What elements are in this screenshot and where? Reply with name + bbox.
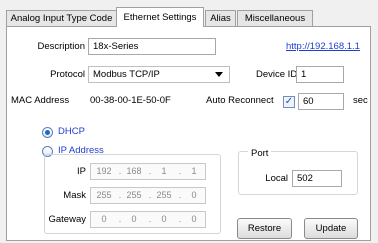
tab-label: Alias (210, 13, 231, 24)
gateway-label: Gateway (48, 214, 87, 225)
mask-octet-2: 255 (126, 190, 142, 200)
device-id-field[interactable]: 1 (296, 66, 344, 83)
mac-address-label: MAC Address (11, 95, 70, 106)
ip-octet-3: 1 (161, 166, 167, 176)
mask-field: 255 . 255 . 255 . 0 (90, 187, 206, 204)
local-port-label: Local (265, 173, 288, 184)
dhcp-radio[interactable] (42, 127, 53, 138)
mask-octet-3: 255 (156, 190, 172, 200)
gateway-octet-2: 0 (131, 214, 137, 224)
tab-alias[interactable]: Alias (205, 10, 236, 26)
dhcp-label: DHCP (58, 126, 85, 137)
ip-label: IP (77, 166, 86, 177)
device-web-link[interactable]: http://192.168.1.1 (286, 41, 360, 52)
ip-field: 192 . 168 . 1 . 1 (90, 163, 206, 180)
checkmark-icon: ✓ (284, 96, 294, 107)
device-id-value: 1 (301, 69, 307, 80)
auto-reconnect-field[interactable]: 60 (298, 93, 344, 110)
description-label: Description (37, 41, 85, 52)
auto-reconnect-checkbox[interactable]: ✓ (283, 96, 295, 108)
tab-miscellaneous[interactable]: Miscellaneous (237, 10, 313, 26)
ip-octet-4: 1 (191, 166, 197, 176)
update-button[interactable]: Update (304, 218, 358, 239)
restore-button[interactable]: Restore (237, 218, 292, 239)
local-port-field[interactable]: 502 (292, 170, 342, 187)
port-group-title: Port (248, 147, 272, 161)
mask-label: Mask (63, 190, 86, 201)
local-port-value: 502 (297, 173, 313, 184)
protocol-select[interactable]: Modbus TCP/IP (88, 66, 230, 83)
gateway-field: 0 . 0 . 0 . 0 (90, 211, 206, 228)
auto-reconnect-label: Auto Reconnect (206, 95, 274, 106)
ip-octet-2: 168 (126, 166, 142, 176)
tab-label: Analog Input Type Code (10, 13, 113, 24)
description-value: 18x-Series (93, 41, 139, 52)
restore-button-label: Restore (247, 223, 282, 234)
tab-label: Ethernet Settings (123, 12, 197, 23)
mask-octet-4: 0 (191, 190, 197, 200)
protocol-value: Modbus TCP/IP (93, 69, 160, 80)
mask-octet-1: 255 (96, 190, 112, 200)
tab-analog-input-type-code[interactable]: Analog Input Type Code (6, 10, 117, 26)
protocol-label: Protocol (50, 69, 85, 80)
seconds-unit-label: sec (353, 95, 368, 106)
chevron-down-icon (215, 72, 223, 77)
auto-reconnect-value: 60 (303, 96, 314, 107)
gateway-octet-4: 0 (191, 214, 197, 224)
gateway-octet-3: 0 (161, 214, 167, 224)
description-field[interactable]: 18x-Series (88, 38, 216, 55)
ip-octet-1: 192 (96, 166, 112, 176)
device-id-label: Device ID (256, 69, 298, 80)
tab-label: Miscellaneous (244, 13, 306, 24)
tab-ethernet-settings[interactable]: Ethernet Settings (116, 7, 204, 27)
update-button-label: Update (315, 223, 347, 234)
gateway-octet-1: 0 (101, 214, 107, 224)
mac-address-value: 00-38-00-1E-50-0F (90, 95, 171, 106)
